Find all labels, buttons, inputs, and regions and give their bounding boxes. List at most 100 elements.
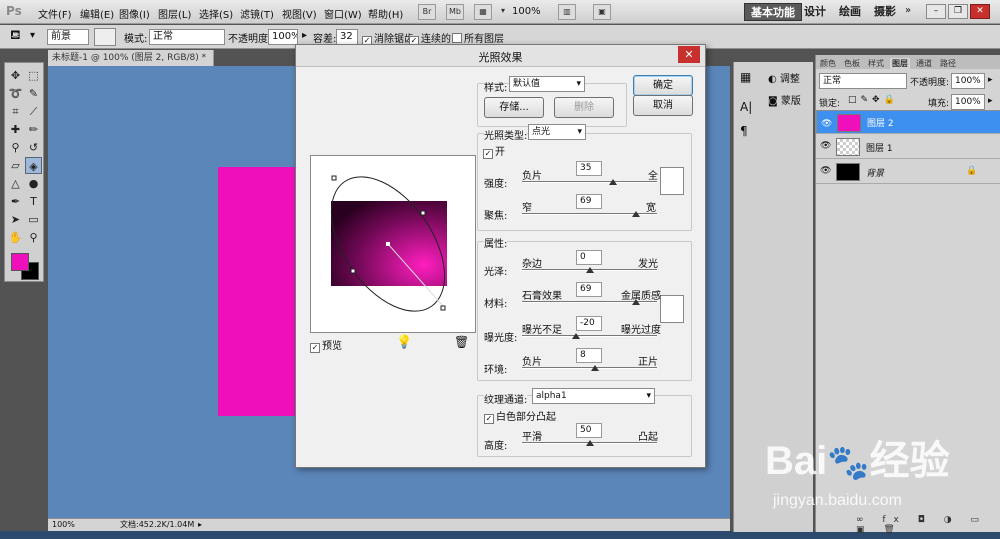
- tab-layers[interactable]: 图层: [890, 58, 910, 69]
- blur-tool-icon[interactable]: △: [7, 175, 24, 192]
- exposure-input[interactable]: -20: [576, 316, 602, 331]
- layer-name[interactable]: 图层 1: [866, 141, 893, 154]
- fill-input[interactable]: 100%: [951, 94, 985, 110]
- intensity-slider-thumb[interactable]: [609, 179, 618, 185]
- workspace-design[interactable]: 设计: [798, 3, 832, 21]
- focus-input[interactable]: 69: [576, 194, 602, 209]
- tool-preset-arrow-icon[interactable]: ▾: [30, 30, 35, 41]
- dropdown-icon[interactable]: ▾: [498, 4, 508, 20]
- white-high-checkbox[interactable]: ✓ 白色部分凸起: [484, 408, 556, 424]
- intensity-input[interactable]: 35: [576, 161, 602, 176]
- height-slider-thumb[interactable]: [585, 440, 594, 446]
- visibility-eye-icon[interactable]: 👁: [820, 166, 831, 176]
- history-icon[interactable]: ▦: [740, 70, 751, 84]
- light-bulb-icon[interactable]: 💡: [396, 335, 412, 350]
- shape-tool-icon[interactable]: ▭: [25, 211, 42, 228]
- preview-checkbox[interactable]: ✓ 预览: [310, 337, 342, 353]
- fill-source-select[interactable]: 前景: [47, 29, 89, 45]
- tolerance-input[interactable]: 32: [336, 29, 358, 45]
- cancel-button[interactable]: 取消: [633, 95, 693, 116]
- menu-image[interactable]: 图像(I): [119, 6, 150, 21]
- menu-help[interactable]: 帮助(H): [368, 6, 403, 21]
- blend-mode-select[interactable]: 正常: [819, 73, 907, 89]
- layer-row[interactable]: 👁 图层 1: [816, 135, 1000, 159]
- layer-row[interactable]: 👁 背景 🔒: [816, 160, 1000, 184]
- preview-area[interactable]: [310, 155, 476, 333]
- dialog-titlebar[interactable]: 光照效果 ✕: [296, 45, 705, 67]
- layer-name[interactable]: 背景: [866, 166, 884, 179]
- history-brush-tool-icon[interactable]: ↺: [25, 139, 42, 156]
- ambient-color-swatch[interactable]: [660, 295, 684, 323]
- material-input[interactable]: 69: [576, 282, 602, 297]
- tab-swatches[interactable]: 色板: [842, 58, 862, 69]
- exposure-slider[interactable]: [522, 335, 657, 337]
- save-button[interactable]: 存储...: [484, 97, 544, 118]
- ambience-slider[interactable]: [522, 367, 657, 369]
- marquee-tool-icon[interactable]: ⬚: [25, 67, 42, 84]
- layer-name[interactable]: 图层 2: [867, 117, 894, 131]
- exposure-slider-thumb[interactable]: [572, 333, 580, 339]
- ok-button[interactable]: 确定: [633, 75, 693, 96]
- tab-color[interactable]: 颜色: [818, 58, 838, 69]
- screen-mode-icon[interactable]: ▣: [593, 4, 611, 20]
- material-slider-thumb[interactable]: [632, 299, 641, 305]
- quick-select-tool-icon[interactable]: ✎: [25, 85, 42, 102]
- clone-stamp-tool-icon[interactable]: ⚲: [7, 139, 24, 156]
- height-input[interactable]: 50: [576, 423, 602, 438]
- zoom-level[interactable]: 100%: [512, 6, 541, 17]
- character-icon[interactable]: A|: [740, 100, 752, 114]
- masks-panel-button[interactable]: ◙ 蒙版: [768, 92, 801, 107]
- texture-channel-select[interactable]: alpha1 ▾: [532, 388, 655, 404]
- all-layers-checkbox[interactable]: 所有图层: [452, 30, 504, 45]
- workspace-painting[interactable]: 绘画: [833, 3, 867, 21]
- paragraph-icon[interactable]: ¶: [740, 124, 748, 138]
- zoom-tool-icon[interactable]: ⚲: [25, 229, 42, 246]
- restore-icon[interactable]: ❐: [948, 4, 968, 19]
- ambience-slider-thumb[interactable]: [590, 365, 599, 371]
- pattern-picker[interactable]: [94, 28, 116, 46]
- hand-tool-icon[interactable]: ✋: [7, 229, 24, 246]
- opacity-arrow-icon[interactable]: ▸: [302, 30, 307, 41]
- style-select[interactable]: 默认值 ▾: [509, 76, 585, 92]
- menu-view[interactable]: 视图(V): [282, 6, 317, 21]
- menu-filter[interactable]: 滤镜(T): [240, 6, 274, 21]
- tab-channels[interactable]: 通道: [914, 58, 934, 69]
- light-color-swatch[interactable]: [660, 167, 684, 195]
- visibility-eye-icon[interactable]: 👁: [821, 117, 832, 131]
- pen-tool-icon[interactable]: ✒: [7, 193, 24, 210]
- status-arrow-icon[interactable]: ▸: [198, 519, 202, 531]
- trash-icon[interactable]: 🗑: [454, 335, 469, 349]
- minimize-icon[interactable]: –: [926, 4, 946, 19]
- ambience-input[interactable]: 8: [576, 348, 602, 363]
- foreground-color-swatch[interactable]: [11, 253, 29, 271]
- light-type-select[interactable]: 点光 ▾: [528, 124, 586, 140]
- close-icon[interactable]: ✕: [970, 4, 990, 19]
- minibridge-button[interactable]: Mb: [446, 4, 464, 20]
- dialog-close-icon[interactable]: ✕: [678, 46, 700, 63]
- arrange-documents-icon[interactable]: ▥: [558, 4, 576, 20]
- document-tab[interactable]: 未标题-1 @ 100% (图层 2, RGB/8) * ×: [48, 50, 214, 79]
- adjustments-panel-button[interactable]: ◐ 调整: [768, 70, 800, 85]
- tab-paths[interactable]: 路径: [938, 58, 958, 69]
- menu-window[interactable]: 窗口(W): [324, 6, 362, 21]
- menu-file[interactable]: 文件(F): [38, 6, 72, 21]
- gloss-slider-thumb[interactable]: [585, 267, 594, 273]
- bridge-button[interactable]: Br: [418, 4, 436, 20]
- lock-icons[interactable]: □✎✥🔒: [848, 95, 899, 105]
- status-zoom[interactable]: 100%: [52, 519, 75, 531]
- move-tool-icon[interactable]: ✥: [7, 67, 24, 84]
- intensity-slider[interactable]: [522, 181, 657, 183]
- paint-bucket-tool-icon[interactable]: ◈: [25, 157, 42, 174]
- type-tool-icon[interactable]: T: [25, 193, 42, 210]
- layer-opacity-input[interactable]: 100%: [951, 73, 985, 89]
- menu-select[interactable]: 选择(S): [199, 6, 233, 21]
- paint-bucket-icon[interactable]: ⛾: [10, 28, 21, 45]
- focus-slider-thumb[interactable]: [632, 211, 641, 217]
- light-preview[interactable]: [311, 156, 477, 334]
- opacity-input[interactable]: 100%: [268, 29, 298, 45]
- grid-view-icon[interactable]: ▦: [474, 4, 492, 20]
- healing-brush-tool-icon[interactable]: ✚: [7, 121, 24, 138]
- layer-opacity-arrow-icon[interactable]: ▸: [988, 75, 993, 85]
- visibility-eye-icon[interactable]: 👁: [820, 141, 831, 151]
- crop-tool-icon[interactable]: ⌗: [7, 103, 24, 120]
